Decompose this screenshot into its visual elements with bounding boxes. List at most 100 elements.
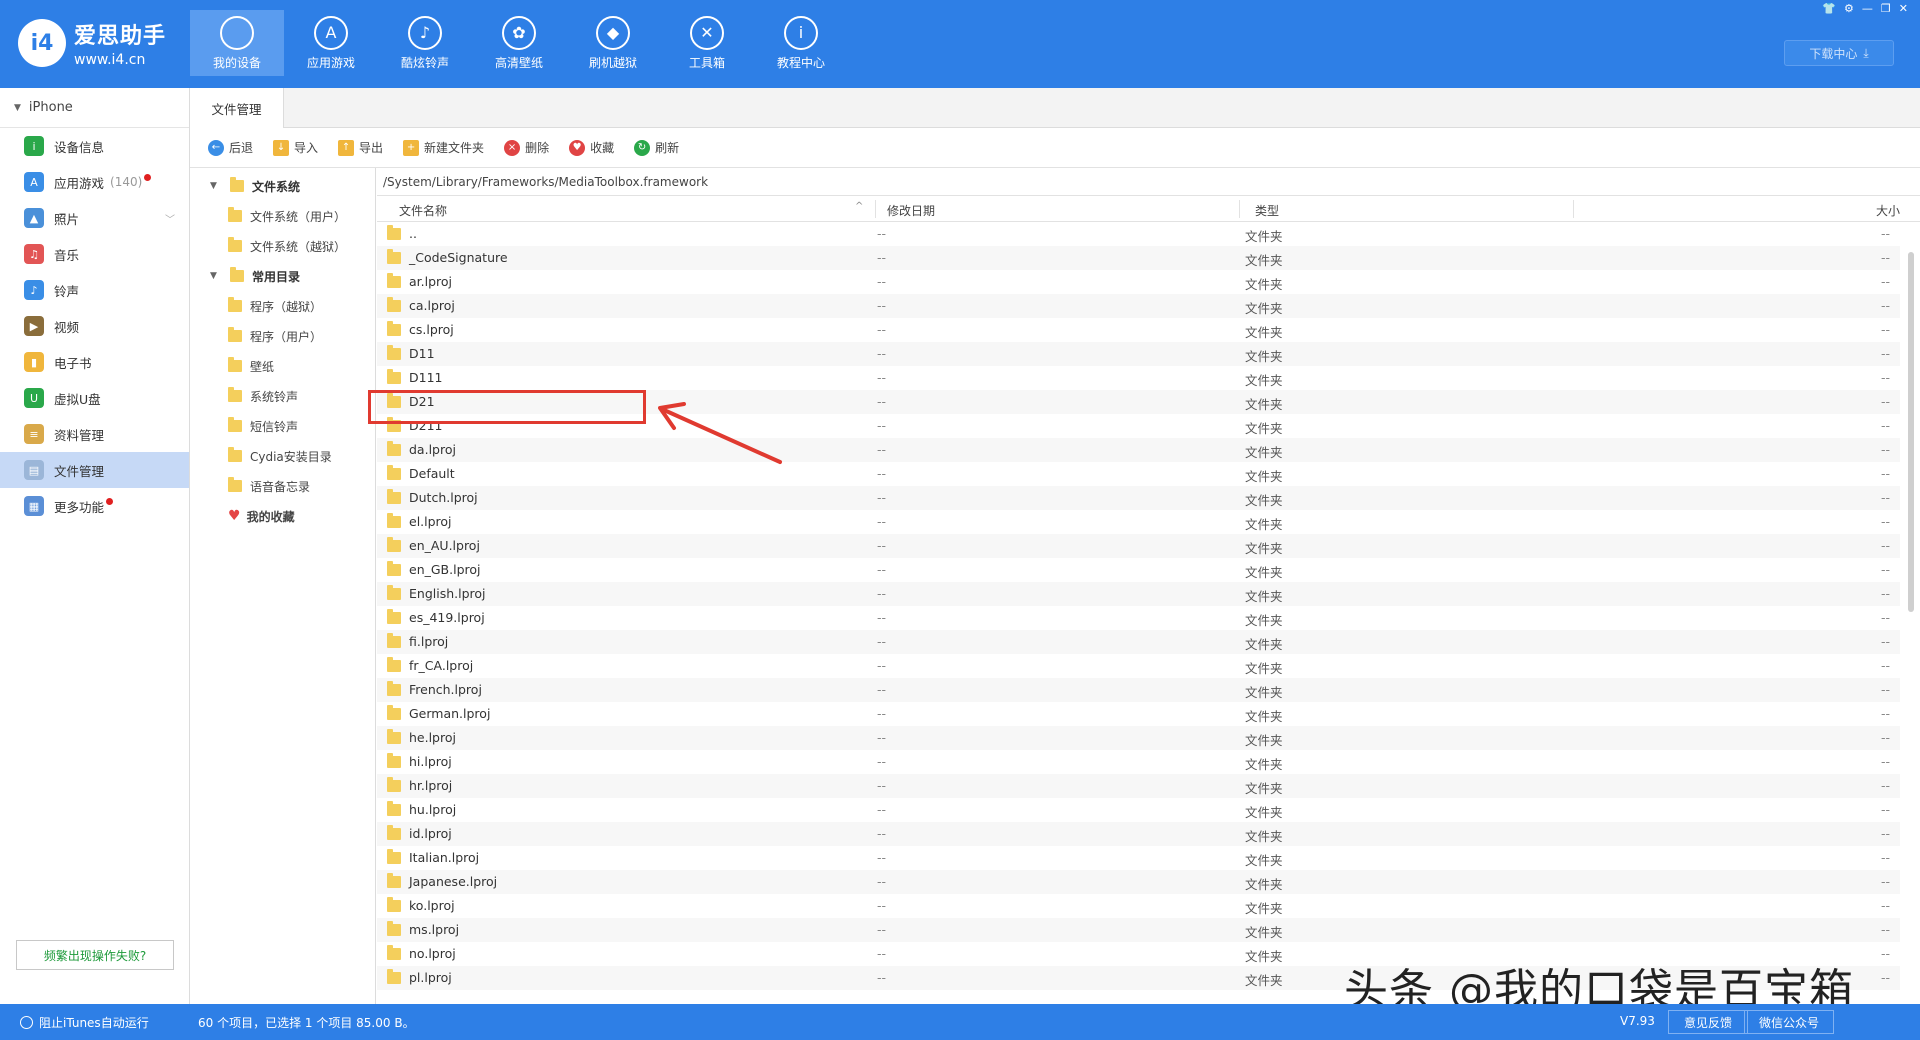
feedback-button[interactable]: 意见反馈 (1668, 1010, 1748, 1034)
table-row[interactable]: el.lproj -- 文件夹 -- (377, 510, 1900, 534)
col-size-header[interactable]: 大小 (1876, 202, 1900, 219)
nav-item-0[interactable]: 我的设备 (190, 10, 284, 76)
file-name-cell: Dutch.lproj (387, 488, 478, 505)
toolbar-button-1[interactable]: ↓ 导入 (273, 139, 318, 156)
table-row[interactable]: da.lproj -- 文件夹 -- (377, 438, 1900, 462)
chevron-down-icon[interactable]: ﹀ (165, 211, 175, 226)
tree-item-8[interactable]: 短信铃声 (190, 411, 375, 441)
column-divider[interactable] (1239, 200, 1240, 218)
toolbar-button-6[interactable]: ↻ 刷新 (634, 139, 679, 156)
file-size: -- (1880, 658, 1890, 673)
table-row[interactable]: hu.lproj -- 文件夹 -- (377, 798, 1900, 822)
skin-icon[interactable]: 👕 (1822, 2, 1836, 15)
sidebar-item-8[interactable]: ≡ 资料管理 (0, 416, 189, 452)
table-row[interactable]: Dutch.lproj -- 文件夹 -- (377, 486, 1900, 510)
scroll-thumb[interactable] (1908, 252, 1914, 612)
file-size: -- (1880, 802, 1890, 817)
nav-item-6[interactable]: i 教程中心 (754, 10, 848, 76)
table-row[interactable]: es_419.lproj -- 文件夹 -- (377, 606, 1900, 630)
table-row[interactable]: ko.lproj -- 文件夹 -- (377, 894, 1900, 918)
table-row[interactable]: German.lproj -- 文件夹 -- (377, 702, 1900, 726)
sidebar-item-9[interactable]: ▤ 文件管理 (0, 452, 189, 488)
folder-icon (387, 584, 401, 600)
vertical-scrollbar[interactable] (1906, 222, 1914, 1004)
table-row[interactable]: ca.lproj -- 文件夹 -- (377, 294, 1900, 318)
device-header[interactable]: ▼ iPhone (0, 88, 189, 128)
settings-icon[interactable]: ⚙ (1844, 2, 1854, 15)
column-divider[interactable] (875, 200, 876, 218)
table-row[interactable]: fi.lproj -- 文件夹 -- (377, 630, 1900, 654)
path-bar[interactable]: /System/Library/Frameworks/MediaToolbox.… (377, 168, 1920, 196)
table-row[interactable]: id.lproj -- 文件夹 -- (377, 822, 1900, 846)
sidebar-item-1[interactable]: A 应用游戏 (140) (0, 164, 189, 200)
nav-item-1[interactable]: A 应用游戏 (284, 10, 378, 76)
sidebar-item-4[interactable]: ♪ 铃声 (0, 272, 189, 308)
minimize-icon[interactable]: — (1862, 2, 1873, 15)
table-row[interactable]: he.lproj -- 文件夹 -- (377, 726, 1900, 750)
tree-item-1[interactable]: 文件系统（用户） (190, 201, 375, 231)
sidebar-item-6[interactable]: ▮ 电子书 (0, 344, 189, 380)
wechat-button[interactable]: 微信公众号 (1744, 1010, 1834, 1034)
nav-item-4[interactable]: ◆ 刷机越狱 (566, 10, 660, 76)
col-name-header[interactable]: 文件名称 (399, 202, 447, 219)
tree-item-0[interactable]: ▼ 文件系统 (190, 171, 375, 201)
tree-item-4[interactable]: 程序（越狱） (190, 291, 375, 321)
file-type: 文件夹 (1245, 757, 1283, 772)
file-size: -- (1880, 514, 1890, 529)
col-date-header[interactable]: 修改日期 (887, 202, 935, 219)
tree-item-10[interactable]: 语音备忘录 (190, 471, 375, 501)
tree-item-5[interactable]: 程序（用户） (190, 321, 375, 351)
toolbar-button-3[interactable]: + 新建文件夹 (403, 139, 484, 156)
sidebar-item-10[interactable]: ▦ 更多功能 (0, 488, 189, 524)
maximize-icon[interactable]: ❐ (1881, 2, 1891, 15)
folder-icon (228, 447, 242, 462)
sidebar-item-5[interactable]: ▶ 视频 (0, 308, 189, 344)
tab-file-manager[interactable]: 文件管理 (190, 88, 284, 128)
tree-item-3[interactable]: ▼ 常用目录 (190, 261, 375, 291)
file-size: -- (1880, 490, 1890, 505)
table-row[interactable]: English.lproj -- 文件夹 -- (377, 582, 1900, 606)
table-row[interactable]: hi.lproj -- 文件夹 -- (377, 750, 1900, 774)
expand-triangle-icon[interactable]: ▼ (210, 181, 222, 191)
tree-item-2[interactable]: 文件系统（越狱） (190, 231, 375, 261)
table-row[interactable]: hr.lproj -- 文件夹 -- (377, 774, 1900, 798)
nav-item-5[interactable]: ✕ 工具箱 (660, 10, 754, 76)
file-date: -- (877, 538, 887, 553)
sidebar-item-3[interactable]: ♫ 音乐 (0, 236, 189, 272)
table-row[interactable]: French.lproj -- 文件夹 -- (377, 678, 1900, 702)
nav-item-2[interactable]: ♪ 酷炫铃声 (378, 10, 472, 76)
sidebar-item-7[interactable]: U 虚拟U盘 (0, 380, 189, 416)
table-row[interactable]: Japanese.lproj -- 文件夹 -- (377, 870, 1900, 894)
table-row[interactable]: en_GB.lproj -- 文件夹 -- (377, 558, 1900, 582)
help-button[interactable]: 频繁出现操作失败? (16, 940, 174, 970)
expand-triangle-icon[interactable]: ▼ (210, 271, 222, 281)
col-type-header[interactable]: 类型 (1255, 202, 1279, 219)
sidebar-item-2[interactable]: ▲ 照片 ﹀ (0, 200, 189, 236)
toolbar-button-4[interactable]: × 删除 (504, 139, 549, 156)
table-row[interactable]: cs.lproj -- 文件夹 -- (377, 318, 1900, 342)
block-itunes-toggle[interactable]: 阻止iTunes自动运行 (20, 1014, 149, 1031)
tree-item-9[interactable]: Cydia安装目录 (190, 441, 375, 471)
toolbar-button-2[interactable]: ↑ 导出 (338, 139, 383, 156)
table-row[interactable]: en_AU.lproj -- 文件夹 -- (377, 534, 1900, 558)
tree-item-7[interactable]: 系统铃声 (190, 381, 375, 411)
table-row[interactable]: Default -- 文件夹 -- (377, 462, 1900, 486)
toolbar-button-0[interactable]: ← 后退 (208, 139, 253, 156)
table-row[interactable]: Italian.lproj -- 文件夹 -- (377, 846, 1900, 870)
tree-item-11[interactable]: ♥ 我的收藏 (190, 501, 375, 531)
table-row[interactable]: ar.lproj -- 文件夹 -- (377, 270, 1900, 294)
table-row[interactable]: _CodeSignature -- 文件夹 -- (377, 246, 1900, 270)
column-divider[interactable] (1573, 200, 1574, 218)
download-center-button[interactable]: 下载中心 ⤓ (1784, 40, 1894, 66)
table-row[interactable]: D111 -- 文件夹 -- (377, 366, 1900, 390)
file-name-cell: es_419.lproj (387, 608, 485, 625)
nav-item-3[interactable]: ✿ 高清壁纸 (472, 10, 566, 76)
table-row[interactable]: .. -- 文件夹 -- (377, 222, 1900, 246)
tree-item-6[interactable]: 壁纸 (190, 351, 375, 381)
table-row[interactable]: D11 -- 文件夹 -- (377, 342, 1900, 366)
table-row[interactable]: ms.lproj -- 文件夹 -- (377, 918, 1900, 942)
close-icon[interactable]: ✕ (1899, 2, 1908, 15)
table-row[interactable]: fr_CA.lproj -- 文件夹 -- (377, 654, 1900, 678)
toolbar-button-5[interactable]: ♥ 收藏 (569, 139, 614, 156)
sidebar-item-0[interactable]: i 设备信息 (0, 128, 189, 164)
